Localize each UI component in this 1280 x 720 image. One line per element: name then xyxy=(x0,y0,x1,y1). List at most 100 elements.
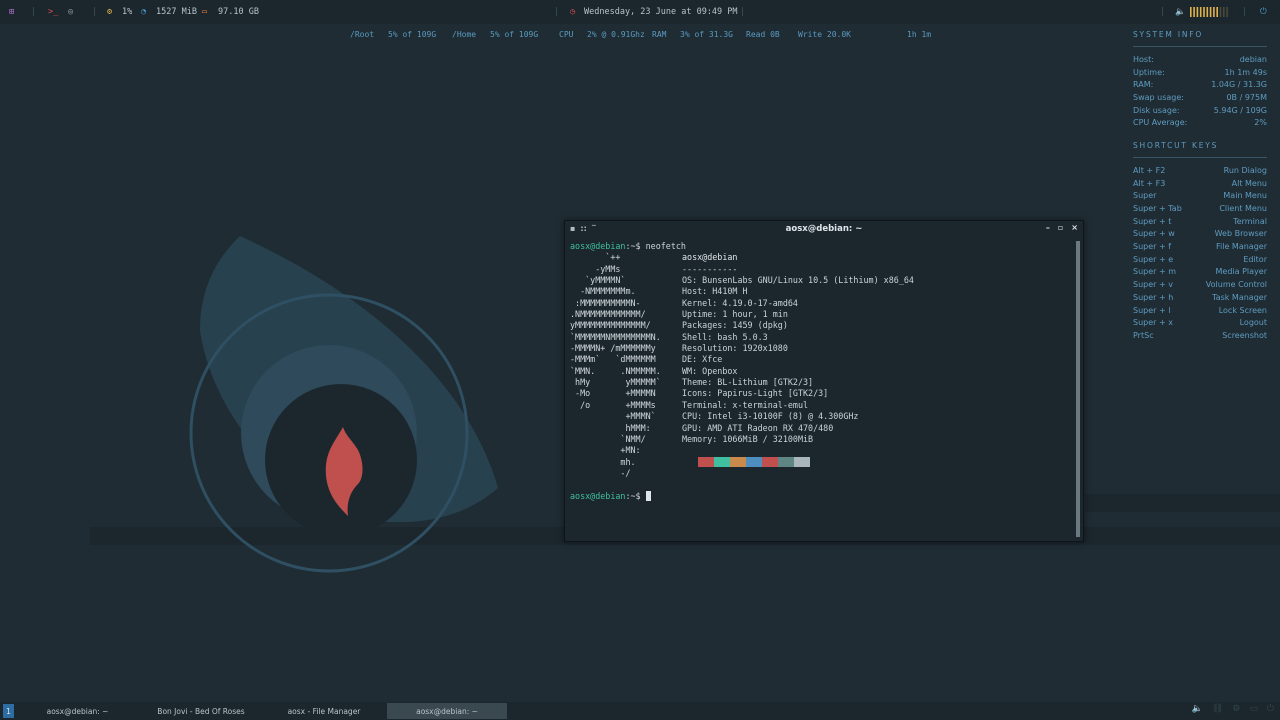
prompt-path: :~$ xyxy=(625,241,646,251)
prompt-user: aosx@debian xyxy=(570,241,626,251)
neofetch-info: Resolution: 1920x1080 xyxy=(682,343,788,354)
color-palette xyxy=(682,457,810,468)
text-cursor xyxy=(645,491,651,502)
terminal-app-icon[interactable]: ▪ xyxy=(570,224,575,233)
volume-bar-segment xyxy=(1190,7,1192,17)
shortcut-row: Alt + F2 Run Dialog xyxy=(1133,164,1267,177)
terminal-window[interactable]: ▪ :: ‾ aosx@debian: ~ – ▫ × aosx@debian:… xyxy=(564,220,1084,542)
volume-bar-segment xyxy=(1203,7,1205,17)
power-tray-icon[interactable]: ⏻ xyxy=(1267,704,1274,714)
separator: | xyxy=(554,7,560,17)
neofetch-line: hMMM: GPU: AMD ATI Radeon RX 470/480 xyxy=(570,423,1075,434)
system-info-label: RAM: xyxy=(1133,80,1154,90)
shortcut-key: Super xyxy=(1133,191,1157,201)
shortcut-row: Super + h Task Manager xyxy=(1133,291,1267,304)
display-tray-icon[interactable]: ▭ xyxy=(1249,704,1258,714)
shortcut-action: Alt Menu xyxy=(1231,178,1267,188)
shortcut-key: Alt + F3 xyxy=(1133,178,1166,188)
conky-status-line: /Root 5% of 109G /Home 5% of 109G CPU 2%… xyxy=(0,30,1280,42)
shortcut-row: Super + f File Manager xyxy=(1133,240,1267,253)
system-tray: 🔈 ⛓ ⚙ ▭ ⏻ xyxy=(1192,704,1274,714)
shortcut-action: Client Menu xyxy=(1219,204,1267,214)
volume-icon[interactable]: 🔈 xyxy=(1175,0,1186,24)
prompt-path: :~$ xyxy=(625,490,646,501)
neofetch-line: -NMMMMMMMm. Host: H410M H xyxy=(570,286,1075,297)
ram-value: 3% of 31.3G xyxy=(680,30,733,39)
memory-icon: ◔ xyxy=(141,7,147,17)
ascii-art-line: `MMN. .NMMMMM. xyxy=(570,365,661,376)
taskbar-item[interactable]: aosx@debian: ~ xyxy=(20,703,135,719)
ascii-art-line: :MMMMMMMMMMN- xyxy=(570,297,641,308)
volume-level-bar[interactable] xyxy=(1190,0,1230,24)
clock-icon: ◷ xyxy=(570,7,576,17)
datetime[interactable]: Wednesday, 23 June at 09:49 PM xyxy=(584,0,738,24)
neofetch-info: CPU: Intel i3-10100F (8) @ 4.300GHz xyxy=(682,411,859,422)
close-icon[interactable]: × xyxy=(1071,223,1078,232)
command-text: neofetch xyxy=(645,241,686,251)
power-icon[interactable]: ⏻ xyxy=(1260,0,1267,24)
system-info-row: Host: debian xyxy=(1133,53,1267,66)
volume-bar-segment xyxy=(1206,7,1209,17)
ram-label: RAM xyxy=(652,30,667,39)
shortcut-action: Volume Control xyxy=(1205,280,1267,290)
link-tray-icon[interactable]: ⛓ xyxy=(1212,704,1223,714)
volume-bar-segment xyxy=(1226,7,1228,17)
ascii-art-line: -MMMm` `dMMMMMM xyxy=(570,354,656,365)
system-info-heading: SYSTEM INFO xyxy=(1133,30,1204,39)
volume-bar-segment xyxy=(1199,7,1202,17)
terminal-icon[interactable]: >_ xyxy=(48,0,58,24)
system-info-row: RAM: 1.04G / 31.3G xyxy=(1133,78,1267,91)
neofetch-line: .NMMMMMMMMMMMM/Uptime: 1 hour, 1 min xyxy=(570,309,1075,320)
ascii-art-line: yMMMMMMMMMMMMMM/ xyxy=(570,320,651,331)
system-info-value: 5.94G / 109G xyxy=(1213,105,1267,115)
shortcut-row: Alt + F3 Alt Menu xyxy=(1133,177,1267,190)
settings-tray-icon[interactable]: ⚙ xyxy=(1232,704,1240,714)
volume-bars xyxy=(1190,7,1228,17)
terminal-titlebar[interactable]: ▪ :: ‾ aosx@debian: ~ – ▫ × xyxy=(565,221,1083,237)
root-value: 5% of 109G xyxy=(388,30,437,39)
volume-tray-icon[interactable]: 🔈 xyxy=(1192,704,1203,714)
taskbar-item[interactable]: aosx@debian: ~ xyxy=(387,703,507,719)
shortcut-action: Web Browser xyxy=(1214,229,1267,239)
workspace-button[interactable]: 1 xyxy=(3,704,14,718)
browser-icon[interactable]: ◎ xyxy=(68,0,73,24)
taskbar-item[interactable]: Bon Jovi - Bed Of Roses xyxy=(150,703,252,719)
terminal-output[interactable]: aosx@debian:~$ neofetch `++ aosx@debian -… xyxy=(570,241,1075,537)
uptime-short: 1h 1m xyxy=(907,30,932,39)
disk-free: 97.10 GB xyxy=(218,7,259,17)
apps-grid-icon[interactable]: ⊞ xyxy=(9,0,14,24)
prompt-user: aosx@debian xyxy=(570,490,626,501)
minimize-all-icon[interactable]: ‾ xyxy=(592,224,596,233)
minimize-icon[interactable]: – xyxy=(1046,223,1050,232)
color-swatch xyxy=(778,457,794,468)
system-info-label: Disk usage: xyxy=(1133,105,1180,115)
shortcut-row: Super + t Terminal xyxy=(1133,215,1267,228)
shortcut-row: Super + e Editor xyxy=(1133,253,1267,266)
color-swatch xyxy=(730,457,746,468)
neofetch-info: Theme: BL-Lithium [GTK2/3] xyxy=(682,377,814,388)
scrollbar-thumb[interactable] xyxy=(1076,241,1080,537)
ascii-art-line: `MMMMMMNMMMMMMMMN. xyxy=(570,331,661,342)
shortcut-key: Super + Tab xyxy=(1133,204,1182,214)
terminal-scrollbar[interactable] xyxy=(1076,241,1080,537)
disk-write: Write 20.0K xyxy=(798,30,851,39)
color-swatch xyxy=(794,457,810,468)
maximize-icon[interactable]: ▫ xyxy=(1058,223,1063,232)
ascii-art-line: -NMMMMMMMm. xyxy=(570,286,636,297)
system-info-list: Host: debian Uptime: 1h 1m 49s RAM: 1.04G / 3… xyxy=(1133,53,1267,129)
neofetch-line: /o +MMMMs Terminal: x-terminal-emul xyxy=(570,400,1075,411)
neofetch-info: DE: Xfce xyxy=(682,354,723,365)
neofetch-info: Icons: Papirus-Light [GTK2/3] xyxy=(682,388,829,399)
ascii-art-line: -MMMMN+ /mMMMMMMy xyxy=(570,343,656,354)
shortcut-key: Super + w xyxy=(1133,229,1175,239)
active-prompt-line[interactable]: aosx@debian:~$ xyxy=(570,491,1075,502)
root-label: /Root xyxy=(350,30,375,39)
volume-bar-segment xyxy=(1196,7,1199,17)
ascii-art-line: +MN: xyxy=(570,445,641,456)
shortcut-keys-list: Alt + F2 Run Dialog Alt + F3 Alt Menu Super M… xyxy=(1133,164,1267,342)
color-swatch xyxy=(698,457,714,468)
neofetch-line: `NMM/Memory: 1066MiB / 32100MiB xyxy=(570,434,1075,445)
taskbar-item[interactable]: aosx - File Manager xyxy=(262,703,386,719)
wallpaper-strip-right xyxy=(1085,494,1280,512)
window-menu-icon[interactable]: :: xyxy=(580,224,586,233)
